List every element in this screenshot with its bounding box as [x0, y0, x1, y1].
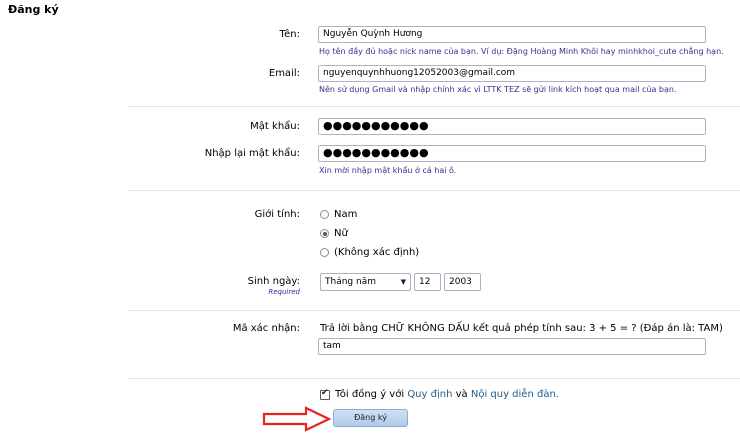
- forum-rules-link[interactable]: Nội quy diễn đàn.: [471, 389, 559, 400]
- email-input[interactable]: nguyenquynhhuong12052003@gmail.com: [318, 65, 706, 82]
- submit-button[interactable]: Đăng ký: [333, 409, 408, 427]
- gender-option-label: Nữ: [334, 228, 348, 239]
- birthday-label: Sinh ngày: Required: [0, 276, 300, 296]
- radio-button[interactable]: [320, 248, 329, 257]
- rules-link[interactable]: Quy định: [407, 389, 452, 400]
- gender-option-unknown[interactable]: (Không xác định): [320, 247, 419, 258]
- password-input[interactable]: ●●●●●●●●●●●: [318, 118, 706, 135]
- agree-row[interactable]: Tôi đồng ý với Quy định và Nội quy diễn …: [320, 388, 559, 400]
- agree-checkbox[interactable]: [320, 388, 330, 400]
- gender-option-label: Nam: [334, 209, 358, 220]
- agree-conj: và: [455, 389, 468, 400]
- captcha-input[interactable]: tam: [318, 338, 706, 355]
- page-title: Đăng ký: [8, 3, 59, 16]
- caret-down-icon: ▼: [400, 278, 406, 286]
- gender-option-female[interactable]: Nữ: [320, 228, 348, 239]
- birth-month-select[interactable]: Tháng năm ▼: [320, 273, 411, 291]
- radio-button[interactable]: [320, 229, 329, 238]
- divider: [128, 310, 740, 311]
- email-hint: Nên sử dụng Gmail và nhập chính xác vì L…: [319, 85, 677, 94]
- agree-prefix: Tôi đồng ý với: [335, 389, 405, 400]
- password-label: Mật khẩu:: [250, 121, 300, 132]
- name-input[interactable]: Nguyễn Quỳnh Hương: [318, 26, 706, 43]
- radio-button[interactable]: [320, 210, 329, 219]
- arrow-right-icon: [262, 406, 332, 432]
- divider: [128, 378, 740, 379]
- divider: [128, 106, 740, 107]
- birth-day-input[interactable]: 12: [414, 273, 441, 291]
- captcha-label: Mã xác nhận:: [232, 323, 300, 334]
- required-note: Required: [268, 288, 300, 296]
- password-confirm-label: Nhập lại mật khẩu:: [204, 148, 300, 159]
- password-hint: Xin mời nhập mật khẩu ở cả hai ô.: [319, 166, 457, 175]
- captcha-question: Trả lời bằng CHỮ KHÔNG DẤU kết quả phép …: [320, 323, 723, 334]
- gender-option-label: (Không xác định): [334, 247, 420, 258]
- gender-label: Giới tính:: [254, 209, 300, 220]
- birth-month-value: Tháng năm: [325, 277, 376, 287]
- divider: [128, 190, 740, 191]
- birth-year-input[interactable]: 2003: [444, 273, 481, 291]
- password-confirm-input[interactable]: ●●●●●●●●●●●: [318, 145, 706, 162]
- gender-option-male[interactable]: Nam: [320, 209, 357, 220]
- name-label: Tên:: [279, 29, 300, 40]
- email-label: Email:: [268, 68, 300, 79]
- name-hint: Họ tên đầy đủ hoặc nick name của bạn. Ví…: [319, 47, 724, 56]
